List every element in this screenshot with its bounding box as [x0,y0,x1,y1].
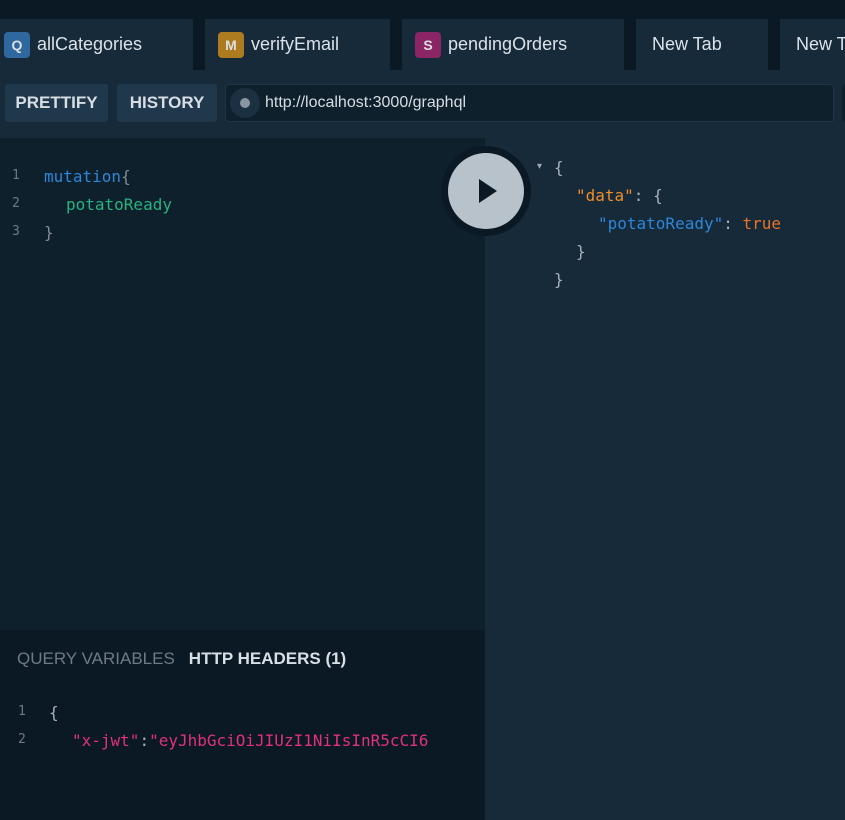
headers-line-1[interactable]: { [49,703,59,722]
tab-bar: Q allCategories M verifyEmail S pendingO… [0,0,845,70]
header-value: "eyJhbGciOiJIUzI1NiIsInR5cCI6 [149,731,429,750]
tab-http-headers[interactable]: HTTP HEADERS (1) [189,649,346,669]
close-brace: } [44,223,54,242]
play-icon [479,179,497,203]
close-brace: } [576,242,586,261]
open-brace: { [49,703,59,722]
tab-query-variables[interactable]: QUERY VARIABLES [17,649,175,669]
line-number: 1 [12,168,20,183]
code-line-3: } [44,223,54,242]
colon: : [139,731,150,750]
subscription-badge: S [415,31,441,58]
data-key: "data" [576,186,634,205]
field-key: "potatoReady" [598,214,724,233]
variables-panel: QUERY VARIABLES HTTP HEADERS (1) 1 2 { "… [0,630,485,820]
tab-new-2[interactable]: New T [780,19,845,70]
open-brace: { [121,167,131,186]
history-button[interactable]: HISTORY [117,84,217,122]
tab-verifyemail[interactable]: M verifyEmail [205,19,390,70]
result-pane: ▾ { "data": { "potatoReady": true } } [485,138,845,820]
colon: : [633,186,654,205]
result-line-1: { [554,158,564,177]
tab-allcategories[interactable]: Q allCategories [0,19,193,70]
code-line-2: potatoReady [66,195,172,214]
open-brace: { [554,158,564,177]
line-number: 1 [18,704,26,719]
toolbar: PRETTIFY HISTORY http://localhost:3000/g… [0,70,845,138]
query-badge: Q [4,31,30,58]
variables-tabs: QUERY VARIABLES HTTP HEADERS (1) [17,649,346,669]
tab-label: pendingOrders [448,34,568,54]
endpoint-url-field[interactable]: http://localhost:3000/graphql [225,84,834,122]
tab-new-1[interactable]: New Tab [636,19,768,70]
result-line-4: } [576,242,586,261]
headers-line-2[interactable]: "x-jwt":"eyJhbGciOiJIUzI1NiIsInR5cCI6 [72,731,485,750]
result-line-3: "potatoReady": true [598,214,781,233]
connection-status-icon [230,88,260,118]
tab-label: allCategories [37,34,143,54]
line-number: 2 [12,196,20,211]
close-brace: } [554,270,564,289]
result-line-5: } [554,270,564,289]
tab-label: New Tab [652,34,722,54]
open-brace: { [653,186,663,205]
field-name: potatoReady [66,195,172,214]
mutation-keyword: mutation [44,167,122,186]
execute-query-button[interactable] [441,146,531,236]
collapse-arrow-icon[interactable]: ▾ [537,161,542,172]
result-line-2: "data": { [576,186,663,205]
mutation-badge: M [218,31,244,58]
tab-pendingorders[interactable]: S pendingOrders [402,19,624,70]
tab-label: New T [796,34,845,54]
query-editor[interactable]: 1 2 3 mutation{ potatoReady } [0,138,485,630]
run-button-face [448,153,524,229]
prettify-button[interactable]: PRETTIFY [5,84,108,122]
endpoint-url: http://localhost:3000/graphql [265,94,467,111]
code-line-1: mutation{ [44,167,131,186]
line-number: 2 [18,732,26,747]
field-value: true [742,214,782,233]
tab-label: verifyEmail [251,34,340,54]
colon: : [723,214,743,233]
line-number: 3 [12,224,20,239]
header-key: "x-jwt" [72,731,140,750]
